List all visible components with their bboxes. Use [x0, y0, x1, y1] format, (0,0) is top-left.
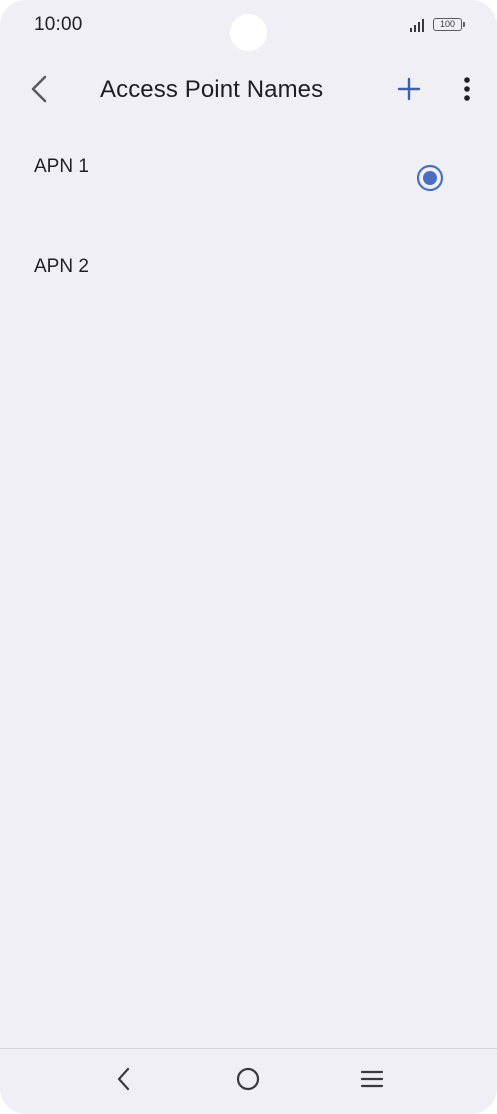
apn-item-label: APN 2 — [34, 256, 89, 277]
add-apn-button[interactable] — [390, 72, 428, 110]
signal-icon — [409, 18, 427, 38]
nav-home-button[interactable] — [228, 1063, 268, 1099]
status-time: 10:00 — [34, 14, 83, 35]
camera-cutout — [230, 14, 267, 51]
apn-item[interactable]: APN 1 — [0, 130, 497, 230]
apn-list: APN 1 APN 2 — [0, 130, 497, 330]
more-options-button[interactable] — [448, 72, 486, 110]
navigation-bar — [0, 1048, 497, 1114]
nav-recents-button[interactable] — [352, 1063, 392, 1099]
nav-back-button[interactable] — [104, 1063, 144, 1099]
battery-tip — [463, 22, 465, 27]
back-button[interactable] — [20, 72, 58, 110]
battery-level: 100 — [433, 18, 462, 31]
nav-recents-icon — [360, 1069, 384, 1094]
nav-home-icon — [235, 1066, 261, 1097]
apn-item-label: APN 1 — [34, 156, 89, 177]
page-title: Access Point Names — [100, 76, 324, 103]
status-bar: 10:00 100 — [0, 0, 497, 54]
plus-icon — [396, 76, 422, 107]
apn-radio-selected[interactable] — [416, 164, 444, 192]
chevron-left-icon — [28, 74, 50, 109]
apn-item[interactable]: APN 2 — [0, 230, 497, 330]
nav-back-icon — [116, 1066, 132, 1097]
battery-icon: 100 — [433, 18, 467, 33]
app-bar: Access Point Names — [0, 60, 497, 122]
phone-screen: 10:00 100 Access Point Names APN 1 APN 2 — [0, 0, 497, 1114]
more-vertical-icon — [463, 76, 471, 107]
